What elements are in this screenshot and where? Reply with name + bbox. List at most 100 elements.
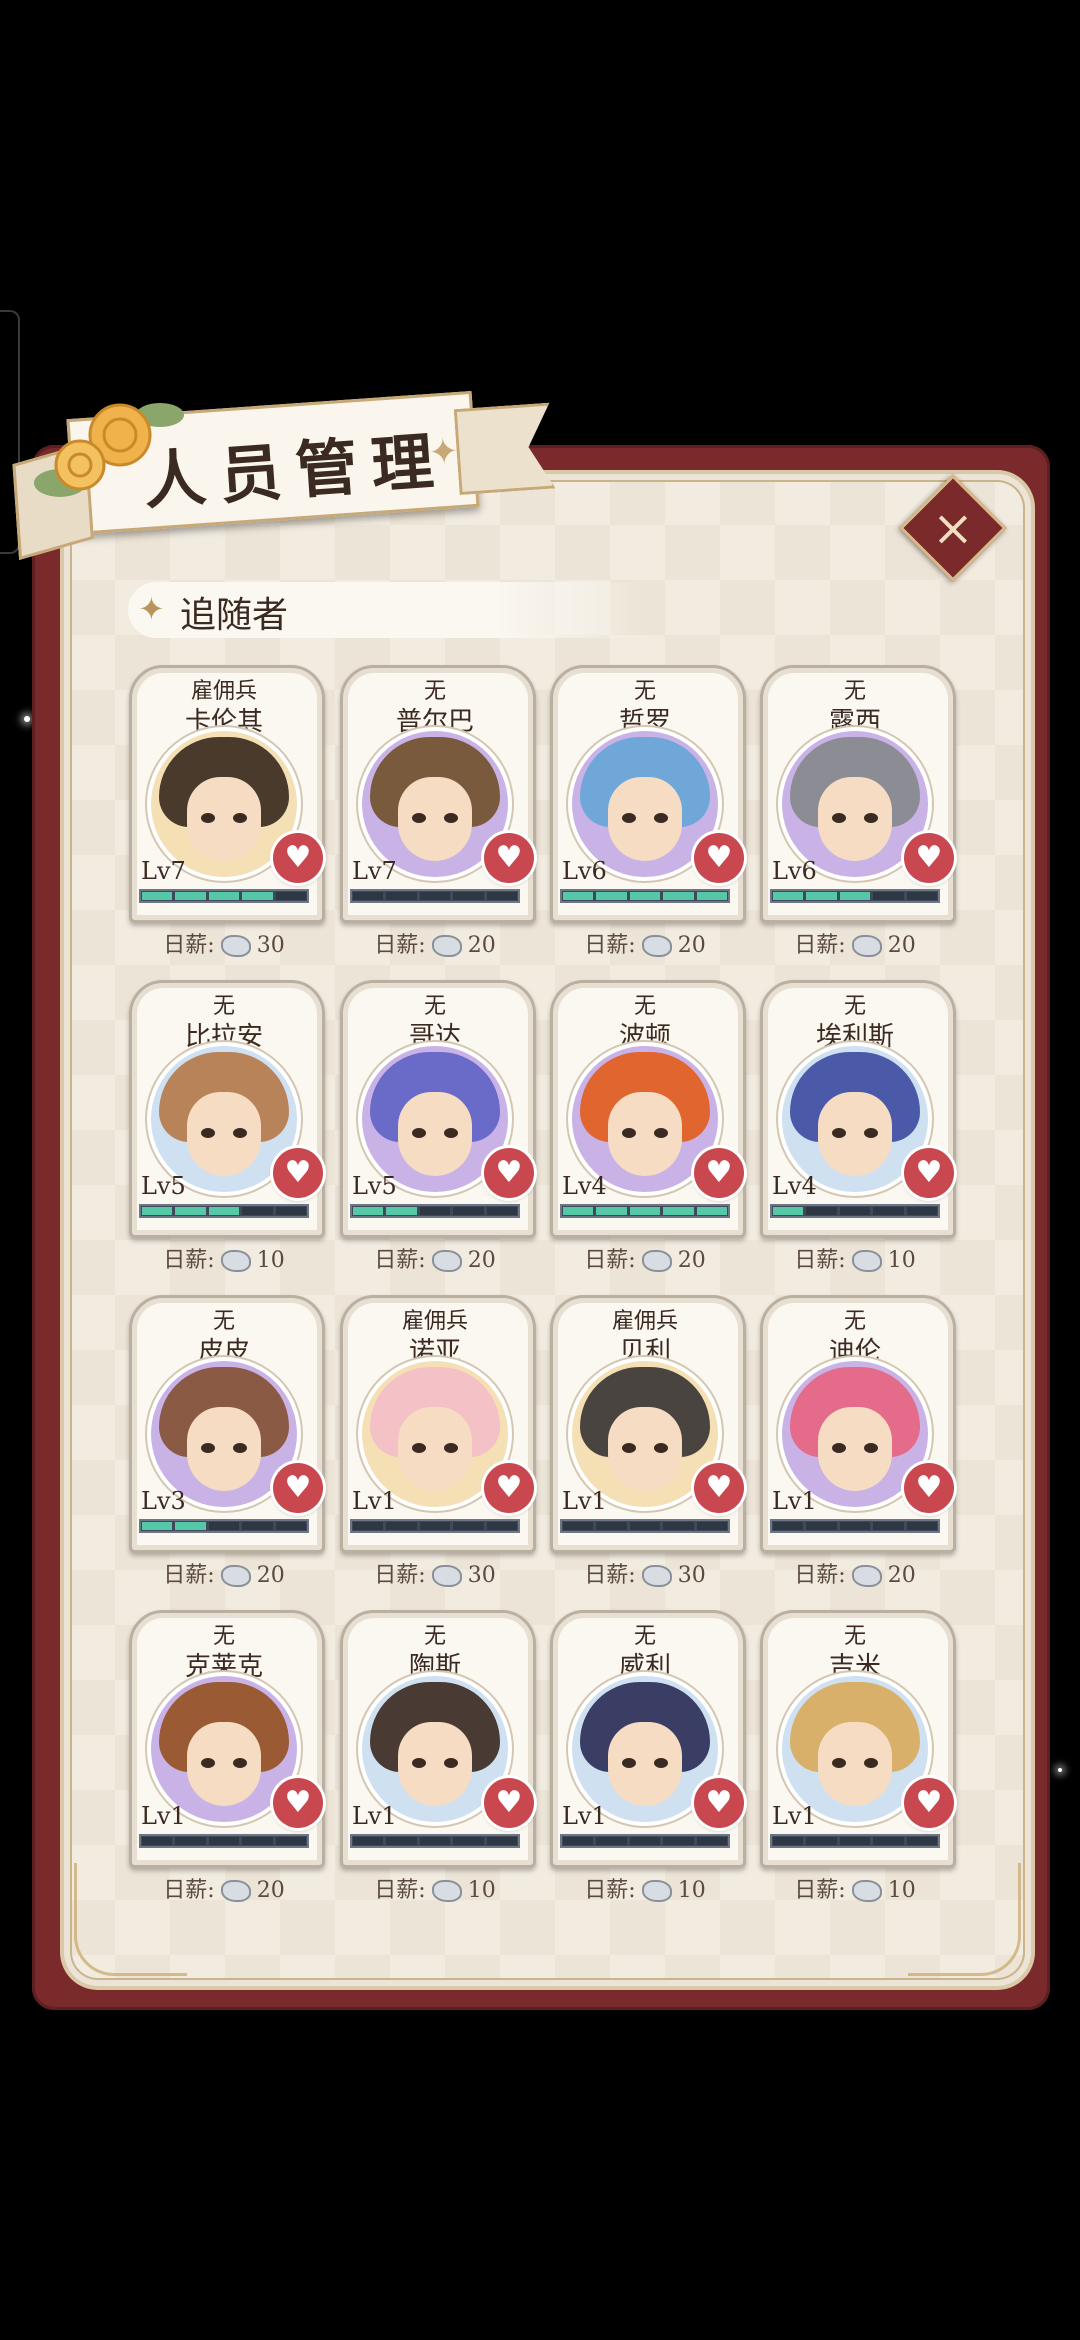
heart-button[interactable]: ♥ — [484, 1148, 534, 1198]
exp-segment — [242, 1522, 273, 1530]
heart-icon: ♥ — [705, 1785, 733, 1820]
follower-card[interactable]: 雇佣兵 贝利 ♥ Lv1 — [550, 1295, 746, 1553]
daily-wage: 日薪: 20 — [325, 927, 545, 959]
exp-segment — [629, 1207, 661, 1215]
exp-segment — [806, 1207, 837, 1215]
heart-button[interactable]: ♥ — [904, 1148, 954, 1198]
wage-label: 日薪: — [374, 1248, 426, 1273]
heart-button[interactable]: ♥ — [694, 833, 744, 883]
wage-value: 10 — [256, 1248, 285, 1273]
avatar-eye — [654, 1443, 668, 1453]
exp-segment — [142, 1207, 173, 1215]
follower-card[interactable]: 无 克莱克 ♥ Lv1 — [129, 1610, 325, 1868]
exp-bar — [139, 1204, 309, 1218]
follower-card[interactable]: 无 波顿 ♥ Lv4 — [550, 980, 746, 1238]
level-label: Lv6 — [772, 857, 817, 885]
heart-button[interactable]: ♥ — [484, 1778, 534, 1828]
exp-segment — [806, 1522, 837, 1530]
follower-card[interactable]: 无 露西 ♥ Lv6 — [760, 665, 956, 923]
heart-icon: ♥ — [915, 1470, 943, 1505]
heart-button[interactable]: ♥ — [904, 1463, 954, 1513]
daily-wage: 日薪: 10 — [325, 1872, 545, 1904]
sparkle — [24, 716, 30, 722]
exp-segment — [663, 892, 694, 900]
exp-segment — [596, 892, 627, 900]
wage-value: 10 — [887, 1878, 916, 1903]
avatar-eye — [412, 813, 426, 823]
heart-button[interactable]: ♥ — [484, 1463, 534, 1513]
avatar-eye — [201, 1443, 215, 1453]
heart-button[interactable]: ♥ — [484, 833, 534, 883]
level-label: Lv6 — [562, 857, 607, 885]
follower-card[interactable]: 无 吉米 ♥ Lv1 — [760, 1610, 956, 1868]
heart-button[interactable]: ♥ — [273, 1463, 323, 1513]
exp-segment — [629, 1837, 661, 1845]
heart-button[interactable]: ♥ — [904, 1778, 954, 1828]
wage-label: 日薪: — [374, 1878, 426, 1903]
daily-wage: 日薪: 30 — [535, 1557, 755, 1589]
wage-value: 20 — [467, 1248, 496, 1273]
exp-bar — [350, 1204, 520, 1218]
heart-button[interactable]: ♥ — [904, 833, 954, 883]
follower-card[interactable]: 无 比拉安 ♥ Lv5 — [129, 980, 325, 1238]
heart-button[interactable]: ♥ — [273, 833, 323, 883]
avatar-face — [818, 1407, 892, 1491]
exp-segment — [873, 1522, 904, 1530]
exp-segment — [486, 892, 518, 900]
exp-segment — [696, 1207, 728, 1215]
silver-coin-icon — [220, 1565, 251, 1587]
follower-card[interactable]: 雇佣兵 诺亚 ♥ Lv1 — [340, 1295, 536, 1553]
avatar-eye — [864, 1128, 878, 1138]
wage-label: 日薪: — [374, 933, 426, 958]
wage-value: 30 — [467, 1563, 496, 1588]
heart-button[interactable]: ♥ — [694, 1148, 744, 1198]
wage-label: 日薪: — [584, 1248, 636, 1273]
heart-button[interactable]: ♥ — [694, 1778, 744, 1828]
heart-button[interactable]: ♥ — [273, 1148, 323, 1198]
heart-button[interactable]: ♥ — [273, 1778, 323, 1828]
exp-bar — [560, 1204, 730, 1218]
follower-card[interactable]: 无 迪伦 ♥ Lv1 — [760, 1295, 956, 1553]
heart-icon: ♥ — [495, 1785, 523, 1820]
avatar-eye — [864, 1443, 878, 1453]
exp-segment — [175, 1522, 206, 1530]
follower-card[interactable]: 无 哲罗 ♥ Lv6 — [550, 665, 746, 923]
follower-card[interactable]: 无 皮皮 ♥ Lv3 — [129, 1295, 325, 1553]
exp-segment — [596, 1837, 627, 1845]
follower-card[interactable]: 雇佣兵 卡伦其 ♥ Lv7 — [129, 665, 325, 923]
follower-card[interactable]: 无 陶斯 ♥ Lv1 — [340, 1610, 536, 1868]
exp-segment — [175, 1837, 206, 1845]
wage-label: 日薪: — [163, 933, 215, 958]
exp-segment — [353, 892, 384, 900]
avatar-eye — [832, 1758, 846, 1768]
exp-segment — [806, 1837, 837, 1845]
exp-segment — [873, 1837, 904, 1845]
exp-segment — [142, 1837, 173, 1845]
heart-icon: ♥ — [915, 840, 943, 875]
exp-segment — [175, 1207, 206, 1215]
follower-card[interactable]: 无 哥达 ♥ Lv5 — [340, 980, 536, 1238]
wage-label: 日薪: — [163, 1563, 215, 1588]
follower-card[interactable]: 无 普尔巴 ♥ Lv7 — [340, 665, 536, 923]
follower-card[interactable]: 无 埃利斯 ♥ Lv4 — [760, 980, 956, 1238]
level-label: Lv1 — [562, 1802, 607, 1830]
silver-coin-icon — [851, 1880, 882, 1902]
exp-bar — [560, 1519, 730, 1533]
silver-coin-icon — [641, 935, 672, 957]
exp-segment — [242, 1207, 273, 1215]
follower-card[interactable]: 无 威利 ♥ Lv1 — [550, 1610, 746, 1868]
exp-segment — [275, 892, 307, 900]
star-icon: ✦ — [138, 590, 165, 628]
exp-segment — [208, 1837, 240, 1845]
silver-coin-icon — [641, 1250, 672, 1272]
wage-value: 10 — [677, 1878, 706, 1903]
exp-bar — [770, 889, 940, 903]
exp-segment — [419, 1837, 451, 1845]
roses-icon — [34, 403, 184, 497]
heart-icon: ♥ — [495, 840, 523, 875]
avatar-eye — [444, 1128, 458, 1138]
exp-segment — [563, 1207, 594, 1215]
exp-segment — [386, 1207, 417, 1215]
avatar-face — [818, 777, 892, 861]
heart-button[interactable]: ♥ — [694, 1463, 744, 1513]
